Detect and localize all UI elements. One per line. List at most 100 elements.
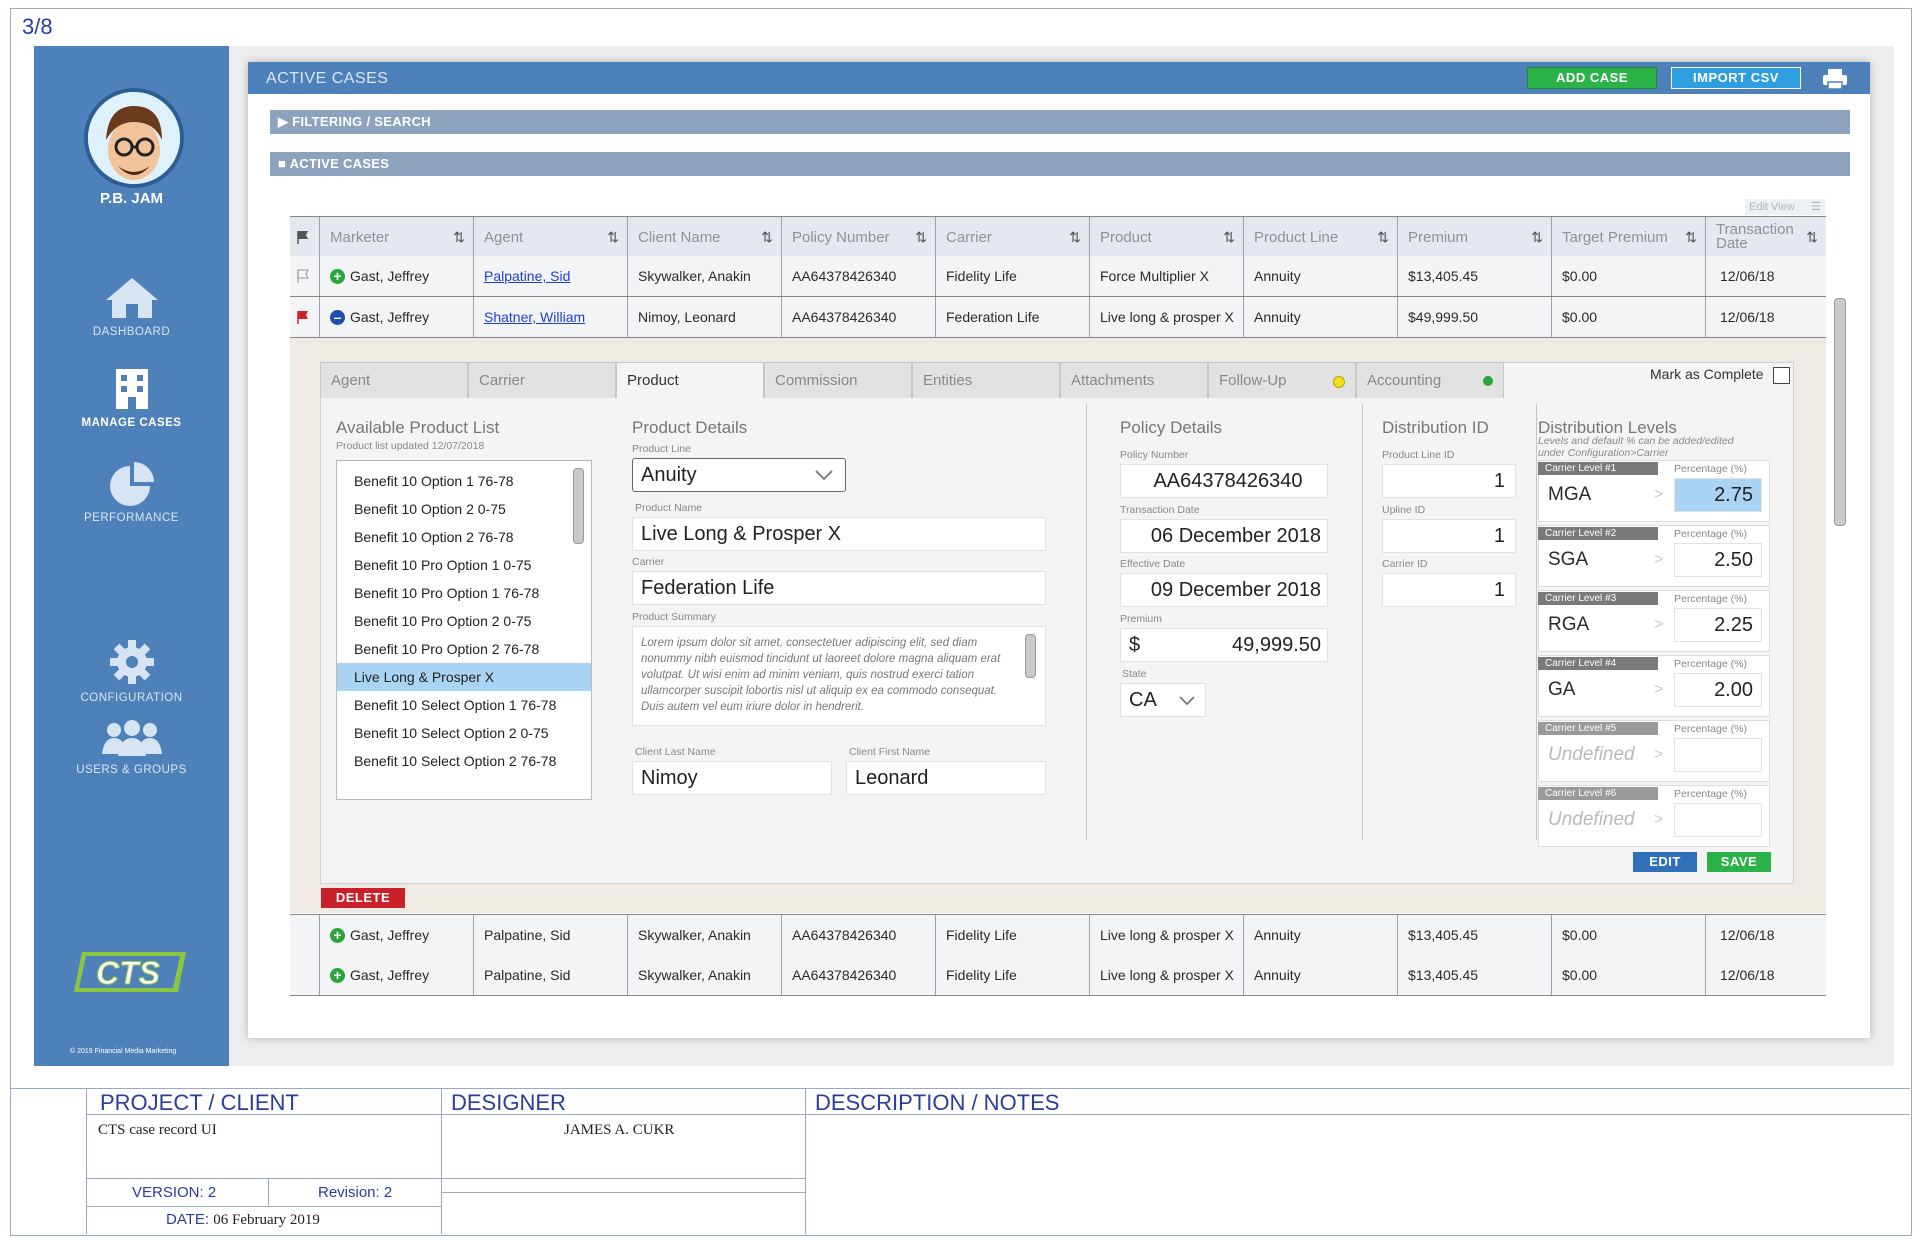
expand-icon[interactable]: + — [330, 268, 345, 284]
sort-icon[interactable]: ⇅ — [915, 229, 927, 246]
product-list-scrollbar[interactable] — [573, 468, 584, 544]
avatar[interactable] — [84, 88, 184, 188]
active-cases-bar[interactable]: ■ ACTIVE CASES — [270, 152, 1850, 176]
table-row[interactable]: + Gast, Jeffrey Palpatine, Sid Skywalker,… — [290, 914, 1826, 956]
premium-field[interactable]: $49,999.50 — [1120, 628, 1328, 662]
percentage-field[interactable]: 2.75 — [1674, 478, 1762, 512]
delete-button[interactable]: DELETE — [321, 888, 405, 908]
print-icon[interactable] — [1822, 68, 1848, 95]
carrier-id-field[interactable]: 1 — [1382, 573, 1516, 607]
client-last-name-field[interactable]: Nimoy — [632, 761, 832, 795]
expand-icon[interactable]: + — [330, 967, 345, 983]
sort-icon[interactable]: ⇅ — [607, 229, 619, 246]
percentage-field[interactable]: 2.25 — [1674, 608, 1762, 642]
agent-link[interactable]: Palpatine, Sid — [484, 268, 570, 284]
column-agent[interactable]: Agent ⇅ — [474, 217, 628, 257]
client-first-name-label: Client First Name — [849, 746, 931, 758]
table-row[interactable]: + Gast, Jeffrey Palpatine, Sid Skywalker,… — [290, 256, 1826, 297]
tab-follow-up[interactable]: Follow-Up — [1208, 362, 1356, 398]
column-policy-number[interactable]: Policy Number ⇅ — [782, 217, 936, 257]
product-list[interactable]: Benefit 10 Option 1 76-78 Benefit 10 Opt… — [336, 460, 592, 800]
nav-dashboard[interactable]: DASHBOARD — [34, 276, 229, 338]
target-premium: $0.00 — [1552, 256, 1706, 296]
import-csv-button[interactable]: IMPORT CSV — [1671, 67, 1801, 89]
column-product-line[interactable]: Product Line ⇅ — [1244, 217, 1398, 257]
carrier-field[interactable]: Federation Life — [632, 571, 1046, 605]
carrier-level-name: RGA — [1548, 614, 1590, 635]
mark-complete-checkbox[interactable] — [1773, 367, 1790, 384]
upline-id-field[interactable]: 1 — [1382, 519, 1516, 553]
list-item[interactable]: Benefit 10 Pro Option 2 0-75 — [337, 607, 591, 635]
sort-icon[interactable]: ⇅ — [1531, 229, 1543, 246]
edit-button[interactable]: EDIT — [1633, 852, 1697, 872]
column-transaction-date[interactable]: Transaction Date ⇅ — [1706, 217, 1826, 257]
column-target-premium[interactable]: Target Premium ⇅ — [1552, 217, 1706, 257]
sort-icon[interactable]: ⇅ — [1069, 229, 1081, 246]
title-block-rule — [441, 1192, 805, 1193]
collapse-icon[interactable]: – — [330, 309, 345, 325]
table-row[interactable]: – Gast, Jeffrey Shatner, William Nimoy, L… — [290, 297, 1826, 338]
edit-view-button[interactable]: Edit View ☰ — [1745, 199, 1825, 215]
list-item[interactable]: Benefit 10 Pro Option 2 76-78 — [337, 635, 591, 663]
carrier-level-name: GA — [1548, 679, 1576, 700]
nav-manage-cases[interactable]: MANAGE CASES — [34, 367, 229, 429]
column-premium[interactable]: Premium ⇅ — [1398, 217, 1552, 257]
sort-icon[interactable]: ⇅ — [453, 229, 465, 246]
client-first-name-field[interactable]: Leonard — [846, 761, 1046, 795]
list-item[interactable]: Benefit 10 Select Option 2 76-78 — [337, 747, 591, 775]
percentage-field[interactable]: 2.00 — [1674, 673, 1762, 707]
tab-accounting[interactable]: Accounting — [1356, 362, 1504, 398]
product-summary-field[interactable]: Lorem ipsum dolor sit amet, consectetuer… — [632, 626, 1046, 726]
list-item[interactable]: Benefit 10 Select Option 1 76-78 — [337, 691, 591, 719]
nav-configuration[interactable]: CONFIGURATION — [34, 638, 229, 704]
premium-value: 49,999.50 — [1232, 633, 1321, 656]
list-item[interactable]: Benefit 10 Pro Option 1 76-78 — [337, 579, 591, 607]
list-item[interactable]: Benefit 10 Option 2 76-78 — [337, 523, 591, 551]
product-line-id-field[interactable]: 1 — [1382, 464, 1516, 498]
nav-performance[interactable]: PERFORMANCE — [34, 460, 229, 524]
percentage-field[interactable] — [1674, 803, 1762, 837]
flag-icon[interactable] — [290, 297, 320, 337]
product-line-select[interactable]: Anuity — [632, 458, 846, 492]
column-carrier[interactable]: Carrier ⇅ — [936, 217, 1090, 257]
agent-link[interactable]: Shatner, William — [484, 309, 585, 325]
column-marketer[interactable]: Marketer ⇅ — [320, 217, 474, 257]
state-select[interactable]: CA — [1120, 683, 1206, 717]
sort-icon[interactable]: ⇅ — [1377, 229, 1389, 246]
column-client-name[interactable]: Client Name ⇅ — [628, 217, 782, 257]
tab-product[interactable]: Product — [616, 362, 764, 398]
transaction-date-field[interactable]: 06 December 2018 — [1120, 519, 1328, 553]
flag-icon[interactable] — [290, 256, 320, 296]
product-name-field[interactable]: Live Long & Prosper X — [632, 517, 1046, 551]
sort-icon[interactable]: ⇅ — [761, 229, 773, 246]
product-name-label: Product Name — [635, 502, 703, 514]
title-block-rule — [805, 1088, 806, 1234]
tab-entities[interactable]: Entities — [912, 362, 1060, 398]
policy-number-field[interactable]: AA64378426340 — [1120, 464, 1328, 498]
table-row[interactable]: + Gast, Jeffrey Palpatine, Sid Skywalker,… — [290, 955, 1826, 996]
percentage-field[interactable]: 2.50 — [1674, 543, 1762, 577]
table-scrollbar[interactable] — [1834, 298, 1846, 526]
nav-users-groups[interactable]: USERS & GROUPS — [34, 718, 229, 776]
list-item[interactable]: Benefit 10 Pro Option 1 0-75 — [337, 551, 591, 579]
expand-icon[interactable]: + — [330, 927, 345, 943]
add-case-button[interactable]: ADD CASE — [1527, 67, 1657, 89]
list-item-selected[interactable]: Live Long & Prosper X — [337, 663, 591, 691]
sort-icon[interactable]: ⇅ — [1806, 229, 1818, 246]
column-product[interactable]: Product ⇅ — [1090, 217, 1244, 257]
tab-commission[interactable]: Commission — [764, 362, 912, 398]
save-button[interactable]: SAVE — [1707, 852, 1771, 872]
tab-carrier[interactable]: Carrier — [468, 362, 616, 398]
tab-agent[interactable]: Agent — [320, 362, 468, 398]
list-item[interactable]: Benefit 10 Option 2 0-75 — [337, 495, 591, 523]
effective-date-field[interactable]: 09 December 2018 — [1120, 573, 1328, 607]
sort-icon[interactable]: ⇅ — [1223, 229, 1235, 246]
list-item[interactable]: Benefit 10 Option 1 76-78 — [337, 467, 591, 495]
sort-icon[interactable]: ⇅ — [1685, 229, 1697, 246]
filtering-search-bar[interactable]: ▶ FILTERING / SEARCH — [270, 110, 1850, 134]
tab-attachments[interactable]: Attachments — [1060, 362, 1208, 398]
summary-scrollbar[interactable] — [1025, 634, 1036, 678]
building-icon — [115, 369, 148, 409]
percentage-field[interactable] — [1674, 738, 1762, 772]
list-item[interactable]: Benefit 10 Select Option 2 0-75 — [337, 719, 591, 747]
